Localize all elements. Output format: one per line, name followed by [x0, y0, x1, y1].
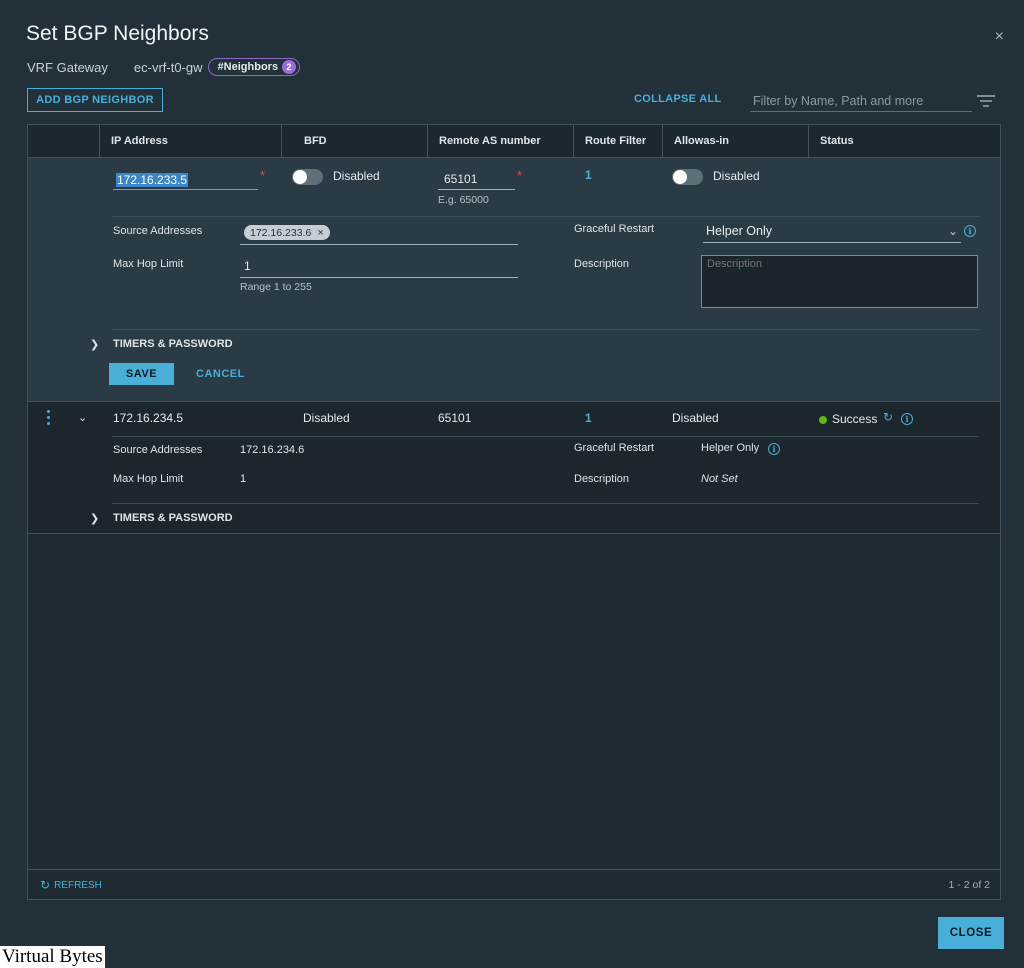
- remote-as-input[interactable]: 65101: [444, 172, 477, 186]
- graceful-restart-value: Helper Only: [706, 224, 772, 238]
- neighbors-badge-label: #Neighbors: [217, 61, 279, 73]
- add-bgp-neighbor-button[interactable]: ADD BGP NEIGHBOR: [27, 88, 163, 112]
- neighbors-badge[interactable]: #Neighbors 2: [207, 58, 301, 76]
- max-hop-limit-value: 1: [240, 473, 247, 485]
- neighbor-status: Success: [832, 412, 878, 426]
- description-label: Description: [574, 473, 630, 485]
- source-address-chip: 172.16.233.6 ×: [244, 225, 330, 240]
- bgp-neighbors-dialog: Set BGP Neighbors × VRF Gateway ec-vrf-t…: [0, 0, 1024, 968]
- remove-chip-icon[interactable]: ×: [317, 227, 323, 239]
- info-icon[interactable]: i: [901, 413, 913, 425]
- allowas-in-toggle-label: Disabled: [713, 169, 760, 183]
- source-addresses-value: 172.16.234.6: [240, 444, 305, 456]
- neighbor-allowas-in: Disabled: [672, 411, 719, 425]
- info-icon[interactable]: i: [768, 443, 780, 455]
- pagination-info: 1 - 2 of 2: [948, 879, 990, 891]
- graceful-restart-value: Helper Only: [701, 442, 760, 454]
- dialog-subtitle: VRF Gateway ec-vrf-t0-gw #Neighbors 2: [27, 58, 301, 76]
- bfd-toggle-label: Disabled: [333, 169, 380, 183]
- gateway-name: ec-vrf-t0-gw: [133, 59, 203, 75]
- refresh-status-icon[interactable]: ↻: [883, 410, 893, 424]
- max-hop-limit-underline: [240, 277, 518, 278]
- description-label: Description: [574, 258, 630, 270]
- remote-as-hint: E.g. 65000: [438, 194, 489, 206]
- dialog-title: Set BGP Neighbors: [26, 22, 209, 45]
- column-header-ip-address[interactable]: IP Address: [99, 125, 281, 158]
- graceful-restart-select[interactable]: Helper Only ⌄: [703, 223, 961, 243]
- save-button[interactable]: SAVE: [109, 363, 174, 385]
- max-hop-limit-input[interactable]: 1: [244, 259, 251, 273]
- grid-footer: ↻ REFRESH 1 - 2 of 2: [28, 869, 1000, 900]
- row-divider: [112, 503, 979, 504]
- grid-header: IP Address BFD Remote AS number Route Fi…: [28, 125, 1000, 158]
- description-textarea[interactable]: [701, 255, 978, 308]
- remote-as-underline: [438, 189, 515, 190]
- neighbor-bfd: Disabled: [303, 411, 350, 425]
- chevron-right-icon[interactable]: ❯: [90, 338, 99, 351]
- chevron-down-icon[interactable]: ⌄: [78, 411, 87, 424]
- close-button[interactable]: CLOSE: [938, 917, 1004, 949]
- column-header-allowas-in[interactable]: Allowas-in: [662, 125, 808, 158]
- filter-icon[interactable]: [976, 94, 996, 108]
- ip-address-input[interactable]: 172.16.233.5: [116, 173, 189, 187]
- column-header-remote-as[interactable]: Remote AS number: [427, 125, 573, 158]
- neighbor-row: ⌄ 172.16.234.5 Disabled 65101 1 Disabled…: [28, 402, 1000, 534]
- max-hop-limit-label: Max Hop Limit: [113, 258, 184, 270]
- source-addresses-label: Source Addresses: [113, 444, 203, 456]
- column-header-status[interactable]: Status: [808, 125, 1000, 158]
- refresh-button[interactable]: ↻ REFRESH: [40, 878, 102, 892]
- neighbors-count: 2: [282, 60, 297, 74]
- max-hop-limit-hint: Range 1 to 255: [240, 281, 312, 293]
- refresh-label: REFRESH: [54, 879, 102, 891]
- neighbor-ip-address: 172.16.234.5: [113, 411, 184, 425]
- column-header-bfd[interactable]: BFD: [281, 125, 427, 158]
- info-icon[interactable]: i: [964, 225, 976, 237]
- row-divider: [112, 329, 979, 330]
- row-divider: [112, 436, 979, 437]
- neighbor-row-editing: 172.16.233.5 * Disabled 65101 * E.g. 650…: [28, 158, 1000, 402]
- status-dot: [819, 416, 827, 424]
- source-addresses-label: Source Addresses: [113, 225, 203, 237]
- row-actions-icon[interactable]: [45, 410, 51, 428]
- chevron-right-icon[interactable]: ❯: [90, 512, 99, 525]
- required-marker: *: [260, 168, 266, 183]
- ip-address-underline: [113, 189, 258, 190]
- close-icon[interactable]: ×: [995, 28, 1004, 46]
- neighbor-remote-as: 65101: [438, 411, 472, 425]
- gateway-type: VRF Gateway: [27, 59, 108, 75]
- source-addresses-underline: [240, 244, 518, 245]
- source-address-chip-label: 172.16.233.6: [250, 226, 312, 239]
- allowas-in-toggle[interactable]: [672, 169, 703, 185]
- graceful-restart-label: Graceful Restart: [574, 223, 655, 235]
- neighbors-grid: IP Address BFD Remote AS number Route Fi…: [27, 124, 1001, 900]
- collapse-all-button[interactable]: COLLAPSE ALL: [634, 93, 722, 105]
- row-divider: [112, 216, 979, 217]
- route-filter-link[interactable]: 1: [585, 168, 592, 182]
- timers-password-toggle[interactable]: TIMERS & PASSWORD: [113, 338, 233, 350]
- watermark-text: Virtual Bytes: [0, 946, 105, 968]
- required-marker: *: [517, 168, 523, 183]
- graceful-restart-label: Graceful Restart: [574, 442, 655, 454]
- column-header-route-filter[interactable]: Route Filter: [573, 125, 662, 158]
- description-value: Not Set: [701, 473, 738, 485]
- refresh-icon: ↻: [40, 878, 51, 892]
- max-hop-limit-label: Max Hop Limit: [113, 473, 184, 485]
- timers-password-toggle[interactable]: TIMERS & PASSWORD: [113, 512, 233, 524]
- filter-input[interactable]: [750, 90, 972, 112]
- bfd-toggle[interactable]: [292, 169, 323, 185]
- chevron-down-icon: ⌄: [947, 224, 958, 238]
- cancel-button[interactable]: CANCEL: [196, 368, 245, 380]
- route-filter-link[interactable]: 1: [585, 411, 592, 425]
